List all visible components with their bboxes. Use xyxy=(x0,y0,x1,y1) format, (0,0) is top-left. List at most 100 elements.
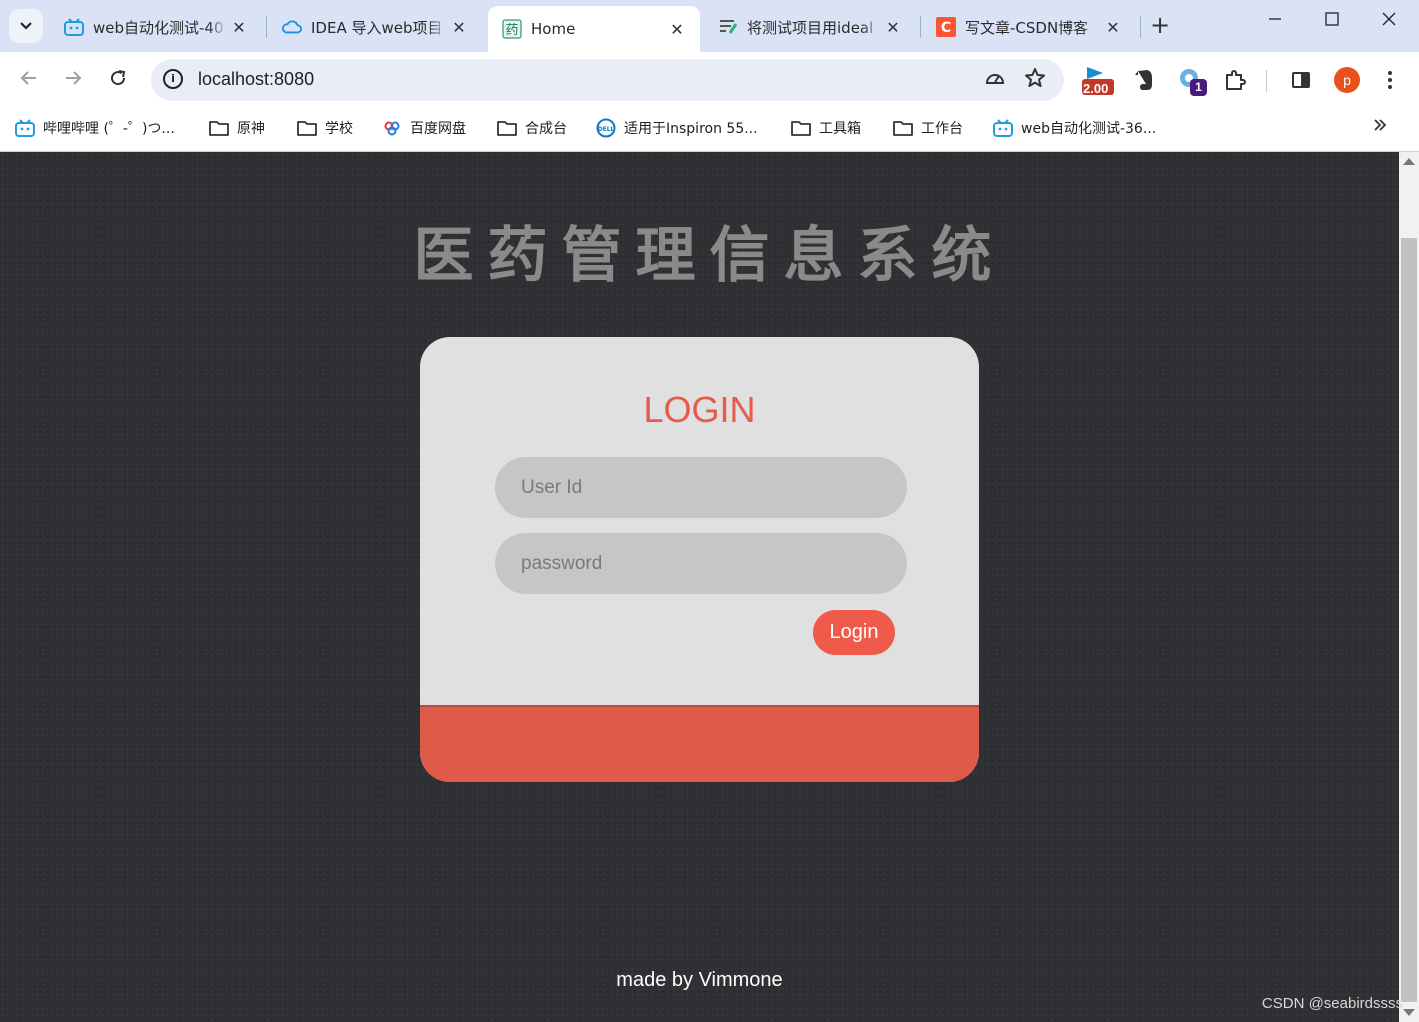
bookmark-folder-workbench[interactable]: 工作台 xyxy=(893,118,963,138)
close-icon xyxy=(1382,12,1396,26)
medicine-icon: 药 xyxy=(502,19,522,39)
bookmark-web-automation[interactable]: web自动化测试-36... xyxy=(993,118,1156,138)
minimize-icon xyxy=(1269,18,1281,20)
browser-toolbar: i localhost:8080 2.00 1 p xyxy=(0,52,1419,108)
tab-title: 将测试项目用ideal xyxy=(747,18,874,37)
new-tab-button[interactable]: + xyxy=(1150,13,1170,37)
star-icon[interactable] xyxy=(1024,67,1046,94)
folder-icon xyxy=(297,119,317,137)
arrow-right-icon xyxy=(66,71,82,85)
scroll-down-arrow-icon[interactable] xyxy=(1403,1009,1415,1016)
reload-button[interactable] xyxy=(104,66,132,94)
double-chevron-right-icon xyxy=(1374,119,1387,131)
bookmark-label: 学校 xyxy=(325,121,353,137)
bookmark-folder-hechengtai[interactable]: 合成台 xyxy=(497,118,567,138)
maximize-button[interactable] xyxy=(1312,10,1352,31)
close-window-button[interactable] xyxy=(1369,10,1409,31)
bookmark-dell-inspiron[interactable]: DELL 适用于Inspiron 55... xyxy=(596,118,758,138)
cloud-icon xyxy=(282,17,302,37)
video-speed-extension[interactable]: 2.00 xyxy=(1080,62,1116,98)
toolbar-divider xyxy=(1266,70,1267,92)
bilibili-icon xyxy=(15,119,35,137)
bookmark-folder-school[interactable]: 学校 xyxy=(297,118,353,138)
bookmark-label: 百度网盘 xyxy=(410,121,466,137)
close-icon[interactable]: ✕ xyxy=(448,18,470,37)
bookmark-label: 哔哩哔哩 (゜-゜)つ... xyxy=(43,121,175,137)
forward-button[interactable] xyxy=(59,66,87,94)
tab-csdn[interactable]: C 写文章-CSDN博客 ✕ xyxy=(922,6,1136,48)
tab-idea-import[interactable]: IDEA 导入web项目 ✕ xyxy=(268,6,482,48)
password-input[interactable] xyxy=(495,533,907,594)
evernote-extension[interactable] xyxy=(1128,62,1160,98)
side-panel-icon xyxy=(1292,72,1310,88)
bilibili-icon xyxy=(64,17,84,37)
bookmark-bilibili[interactable]: 哔哩哔哩 (゜-゜)つ... xyxy=(15,118,175,138)
csdn-watermark: CSDN @seabirdssss xyxy=(1261,995,1403,1012)
translate-extension[interactable]: 1 xyxy=(1173,62,1209,98)
chevron-down-icon xyxy=(20,22,32,30)
url-text[interactable]: localhost:8080 xyxy=(198,69,314,90)
arrow-left-icon xyxy=(20,71,36,85)
puzzle-icon xyxy=(1226,70,1246,90)
tab-title: 写文章-CSDN博客 xyxy=(965,18,1089,37)
bookmark-label: 适用于Inspiron 55... xyxy=(624,121,758,137)
tab-title: Home xyxy=(531,20,576,38)
bookmark-label: 合成台 xyxy=(525,121,567,137)
menu-button[interactable] xyxy=(1378,62,1402,98)
avatar: p xyxy=(1334,67,1360,93)
svg-text:DELL: DELL xyxy=(598,126,615,133)
csdn-icon: C xyxy=(936,17,956,37)
bookmark-label: 工具箱 xyxy=(819,121,861,137)
more-vertical-icon xyxy=(1388,71,1392,89)
side-panel-button[interactable] xyxy=(1286,62,1316,98)
bookmark-folder-yuanshen[interactable]: 原神 xyxy=(209,118,265,138)
close-icon[interactable]: ✕ xyxy=(1102,18,1124,37)
tab-search-button[interactable] xyxy=(9,9,43,43)
svg-text:C: C xyxy=(941,20,951,36)
user-id-input[interactable] xyxy=(495,457,907,518)
maximize-icon xyxy=(1325,12,1339,26)
bilibili-icon xyxy=(993,119,1013,137)
svg-text:药: 药 xyxy=(505,23,518,38)
address-bar[interactable]: i localhost:8080 xyxy=(151,59,1064,101)
close-icon[interactable]: ✕ xyxy=(882,18,904,37)
bookmark-folder-toolbox[interactable]: 工具箱 xyxy=(791,118,861,138)
speed-badge: 2.00 xyxy=(1083,81,1109,96)
back-button[interactable] xyxy=(15,66,43,94)
footer-credit: made by Vimmone xyxy=(616,969,783,991)
profile-button[interactable]: p xyxy=(1332,62,1362,98)
tab-separator xyxy=(1140,16,1141,38)
tab-title: IDEA 导入web项目 xyxy=(311,18,443,37)
doc-icon xyxy=(718,17,738,37)
extension-count-badge: 1 xyxy=(1190,79,1207,96)
bookmark-label: 工作台 xyxy=(921,121,963,137)
folder-icon xyxy=(791,119,811,137)
scroll-up-arrow-icon[interactable] xyxy=(1403,158,1415,165)
bookmark-label: web自动化测试-36... xyxy=(1021,121,1157,137)
minimize-button[interactable] xyxy=(1255,10,1295,31)
bookmark-label: 原神 xyxy=(237,121,265,137)
close-icon[interactable]: ✕ xyxy=(666,20,688,39)
reload-icon xyxy=(111,70,126,86)
evernote-icon xyxy=(1135,70,1152,90)
page-scrollbar[interactable] xyxy=(1399,152,1419,1022)
tab-home[interactable]: 药 Home ✕ xyxy=(488,6,700,52)
close-icon[interactable]: ✕ xyxy=(228,18,250,37)
dell-icon: DELL xyxy=(596,118,616,138)
folder-icon xyxy=(497,119,517,137)
tab-strip: web自动化测试-40 ✕ IDEA 导入web项目 ✕ 药 Home ✕ 将测… xyxy=(0,0,1419,52)
tab-title: web自动化测试-40 xyxy=(93,18,224,37)
site-info-icon[interactable]: i xyxy=(163,69,183,89)
bookmarks-bar: 哔哩哔哩 (゜-゜)つ... 原神 学校 百度网盘 合成台 DELL 适用于In… xyxy=(0,108,1419,152)
scroll-thumb[interactable] xyxy=(1401,238,1417,1002)
tab-test-project[interactable]: 将测试项目用ideal ✕ xyxy=(704,6,916,48)
login-button[interactable]: Login xyxy=(813,610,895,655)
speedometer-icon[interactable] xyxy=(984,67,1006,94)
bookmarks-overflow-button[interactable] xyxy=(1373,116,1387,137)
tab-web-automation[interactable]: web自动化测试-40 ✕ xyxy=(50,6,262,48)
login-heading: LOGIN xyxy=(643,389,756,430)
extensions-button[interactable] xyxy=(1220,62,1250,98)
folder-icon xyxy=(209,119,229,137)
baidu-icon xyxy=(382,119,402,137)
bookmark-baidu-pan[interactable]: 百度网盘 xyxy=(382,118,466,138)
